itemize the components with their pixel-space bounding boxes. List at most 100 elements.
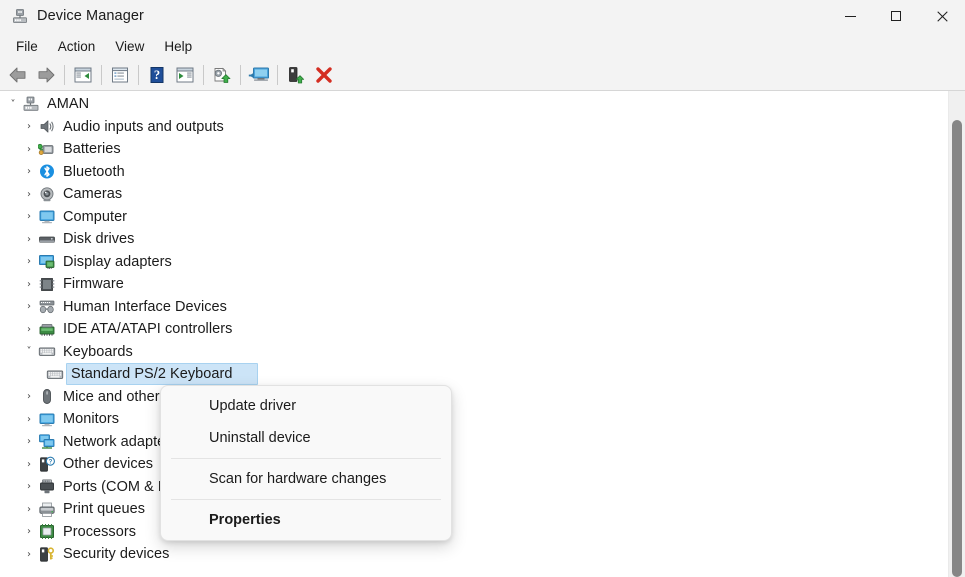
chevron-right-icon[interactable]: › — [20, 211, 38, 222]
toolbar-back-button[interactable] — [4, 62, 32, 88]
tree-item-label: Other devices — [63, 456, 153, 472]
chevron-right-icon[interactable]: › — [20, 234, 38, 245]
chevron-right-icon[interactable]: › — [20, 459, 38, 470]
context-menu-item-properties[interactable]: Properties — [165, 504, 447, 536]
tree-row-cameras[interactable]: › Cameras — [0, 183, 948, 206]
tree-row-display-adapters[interactable]: › Display adapters — [0, 251, 948, 274]
toolbar-action-pane-button[interactable] — [171, 62, 199, 88]
menu-help[interactable]: Help — [154, 36, 202, 57]
toolbar-properties-button[interactable] — [106, 62, 134, 88]
minimize-button[interactable] — [827, 0, 873, 32]
tree-item-label: IDE ATA/ATAPI controllers — [63, 321, 232, 337]
chevron-right-icon[interactable]: › — [20, 414, 38, 425]
keyboard-icon — [38, 343, 56, 360]
tree-row-standard-ps2-keyboard[interactable]: Standard PS/2 Keyboard — [0, 363, 948, 386]
chevron-down-icon[interactable]: ˅ — [4, 99, 22, 110]
keyboard-icon — [46, 366, 64, 383]
toolbar-update-driver-button[interactable] — [208, 62, 236, 88]
context-menu-item-uninstall-device[interactable]: Uninstall device — [165, 422, 447, 454]
monitor-icon — [38, 208, 56, 225]
maximize-icon — [891, 11, 901, 21]
forward-icon — [36, 66, 56, 84]
tree-row-bluetooth[interactable]: › Bluetooth — [0, 161, 948, 184]
tree-row-ide-ata-atapi-controllers[interactable]: › IDE ATA/ATAPI controllers — [0, 318, 948, 341]
chevron-right-icon[interactable]: › — [20, 256, 38, 267]
window-controls — [827, 0, 965, 32]
tree-item-label: Monitors — [63, 411, 119, 427]
help-icon: ? — [147, 66, 167, 84]
scan-for-hardware-changes-icon — [248, 66, 270, 84]
port-icon — [38, 478, 56, 495]
chevron-right-icon[interactable]: › — [20, 279, 38, 290]
battery-icon — [38, 141, 56, 158]
menu-view[interactable]: View — [105, 36, 154, 57]
show-hide-action-pane-icon — [175, 66, 195, 84]
toolbar-scan-hardware-button[interactable] — [245, 62, 273, 88]
toolbar-uninstall-device-button[interactable] — [310, 62, 338, 88]
tree-row-processors[interactable]: › Processors — [0, 521, 948, 544]
chevron-right-icon[interactable]: › — [20, 301, 38, 312]
tree-row-security-devices[interactable]: › Security devices — [0, 543, 948, 566]
tree-row-monitors[interactable]: › Monitors — [0, 408, 948, 431]
chevron-right-icon[interactable]: › — [20, 189, 38, 200]
title-bar-left: Device Manager — [0, 8, 144, 24]
toolbar-enable-device-button[interactable] — [282, 62, 310, 88]
enable-device-icon — [286, 66, 306, 84]
toolbar-help-button[interactable]: ? — [143, 62, 171, 88]
tree-row-audio-inputs-and-outputs[interactable]: › Audio inputs and outputs — [0, 116, 948, 139]
chevron-right-icon[interactable]: › — [20, 549, 38, 560]
chevron-right-icon[interactable]: › — [20, 391, 38, 402]
display-adapter-icon — [38, 253, 56, 270]
other-device-icon: ? — [38, 456, 56, 473]
window-title: Device Manager — [37, 8, 144, 24]
camera-icon — [38, 186, 56, 203]
context-menu-item-scan-for-hardware-changes[interactable]: Scan for hardware changes — [165, 463, 447, 495]
tree-row-firmware[interactable]: › Firmware — [0, 273, 948, 296]
tree-row-network-adapters[interactable]: › Network adapters — [0, 431, 948, 454]
toolbar-separator — [240, 65, 241, 85]
toolbar-separator — [203, 65, 204, 85]
tree-row-ports-com-and-lpt[interactable]: › Ports (COM & LPT) — [0, 476, 948, 499]
context-menu-item-update-driver[interactable]: Update driver — [165, 390, 447, 422]
menu-action[interactable]: Action — [48, 36, 106, 57]
tree-row-other-devices[interactable]: › ? Other devices — [0, 453, 948, 476]
chevron-right-icon[interactable]: › — [20, 436, 38, 447]
tree-row-batteries[interactable]: › Batteries — [0, 138, 948, 161]
tree-row-keyboards[interactable]: ˅ — [0, 341, 948, 364]
chevron-right-icon[interactable]: › — [20, 144, 38, 155]
tree-row-root[interactable]: ˅ AMAN — [0, 93, 948, 116]
device-tree[interactable]: ˅ AMAN › — [0, 91, 948, 577]
toolbar-forward-button[interactable] — [32, 62, 60, 88]
menu-file[interactable]: File — [6, 36, 48, 57]
network-adapter-icon — [38, 433, 56, 450]
tree-row-computer[interactable]: › Computer — [0, 206, 948, 229]
vertical-scrollbar[interactable] — [948, 91, 965, 577]
chevron-right-icon[interactable]: › — [20, 324, 38, 335]
update-driver-icon — [212, 66, 232, 84]
chevron-right-icon[interactable]: › — [20, 481, 38, 492]
scrollbar-thumb[interactable] — [952, 120, 962, 577]
chevron-right-icon[interactable]: › — [20, 121, 38, 132]
chevron-down-icon[interactable]: ˅ — [20, 346, 38, 357]
tree-row-mice-and-other-pointing-devices[interactable]: › Mice and other pointing devices — [0, 386, 948, 409]
maximize-button[interactable] — [873, 0, 919, 32]
back-icon — [8, 66, 28, 84]
tree-row-human-interface-devices[interactable]: › Human Interface Devices — [0, 296, 948, 319]
security-device-icon — [38, 546, 56, 563]
tree-row-print-queues[interactable]: › Print queues — [0, 498, 948, 521]
chevron-right-icon[interactable]: › — [20, 166, 38, 177]
chevron-right-icon[interactable]: › — [20, 504, 38, 515]
tree-row-disk-drives[interactable]: › Disk drives — [0, 228, 948, 251]
computer-node-icon — [22, 96, 40, 113]
menu-bar: File Action View Help — [0, 33, 965, 59]
chevron-right-icon[interactable]: › — [20, 526, 38, 537]
tree-item-label: Computer — [63, 209, 127, 225]
device-manager-window: Device Manager File Action View Help — [0, 0, 965, 577]
close-button[interactable] — [919, 0, 965, 32]
context-menu-separator — [171, 458, 441, 459]
toolbar-console-tree-button[interactable] — [69, 62, 97, 88]
firmware-chip-icon — [38, 276, 56, 293]
printer-icon — [38, 501, 56, 518]
tree-item-label: Human Interface Devices — [63, 299, 227, 315]
tree-item-label: Display adapters — [63, 254, 172, 270]
